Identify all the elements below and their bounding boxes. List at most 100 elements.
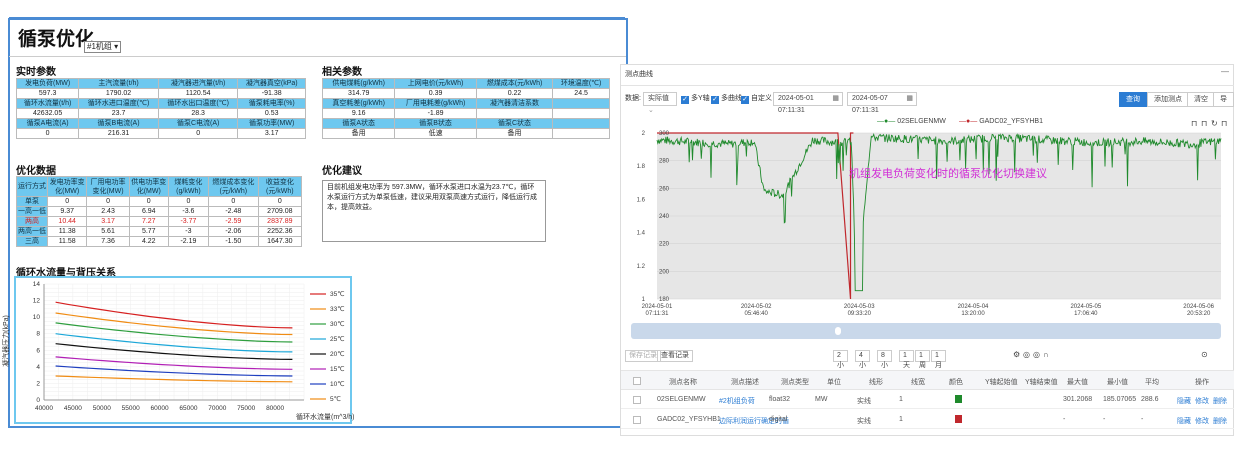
add-point-button[interactable]: 添加测点 [1147,92,1189,107]
x-tick-date: 2024-05-04 [958,304,989,310]
settings-icon[interactable]: ⚙ [1013,350,1020,359]
view-record-button[interactable]: 查看记录 [657,350,693,362]
chevron-down-icon: ▾ [114,42,119,51]
save-record-button[interactable]: 保存记录 [625,350,661,362]
value-cell: 9.16 [321,108,396,119]
x-tick-date: 2024-05-02 [741,304,772,310]
y-tick-label: 10 [33,314,41,321]
x-tick-label: 70000 [208,405,226,412]
unit-select[interactable]: #1机组 ▾ [84,41,122,53]
header-row: 发电负荷(MW) 主汽流量(t/h) 凝汽器进汽量(t/h) 凝汽器真空(kPa) [15,78,306,89]
refresh-icon[interactable]: ∩ [1043,350,1049,359]
row-checkbox[interactable] [633,396,641,404]
table-row[interactable]: 02SELGENMW #2机组负荷 float32 MW 实线 1 301.2068 185.… [621,391,1234,409]
column-header: Y轴起始值 [985,379,1018,386]
delete-link[interactable]: 删除 [1213,416,1227,426]
calendar-icon: ▦ [832,95,839,102]
value-cell: 28.3 [157,108,239,119]
flow-pressure-chart: 40000 45000 50000 55000 60000 65000 70000 75000… [3,276,355,424]
data-label: 数据: [625,95,641,102]
target-icon-2[interactable]: ◎ [1033,350,1040,359]
value-cell: 1120.54 [157,88,239,99]
row-type: digital [769,416,788,423]
column-header: 线形 [869,379,883,386]
y-tick-label: 4 [36,364,40,371]
value-cell: 0.22 [475,88,554,99]
table-cell: -2.06 [208,226,259,237]
x-tick-label: 75000 [237,405,255,412]
value-row: 314.79 0.39 0.22 24.5 [321,88,610,99]
table-row[interactable]: GADC02_YFSYHB1 边际利润运行确定的循 digital 实线 1- - - 隐藏修… [621,411,1234,429]
hide-link[interactable]: 隐藏 [1177,396,1191,406]
table-cell: 4.22 [128,236,169,247]
clear-button[interactable]: 清空 [1187,92,1215,107]
legend-label: 35℃ [330,290,345,298]
range-button[interactable]: 1天 [899,350,914,369]
table-cell: 2.43 [86,206,130,217]
table-cell: 单泵 [16,196,48,207]
realtime-table: 发电负荷(MW) 主汽流量(t/h) 凝汽器进汽量(t/h) 凝汽器真空(kPa) 59… [15,78,306,139]
color-swatch[interactable] [955,415,962,423]
clock-icon[interactable]: ⊙ [1201,350,1208,359]
range-button[interactable]: 8小时 [877,350,892,379]
header-row: 循泵A电流(A) 循泵B电流(A) 循泵C电流(A) 循泵功率(MW) [15,118,306,129]
row-checkbox[interactable] [633,416,641,424]
legend-item-1[interactable]: —●— 02SELGENMW [877,118,946,125]
right-panel: 测点曲线 — 数据: 实际值 ⌄ ✓ 多Y轴 ✓ 多曲线 ✓ 自定义 2024-05-… [620,64,1234,436]
value-cell: -91.38 [237,88,306,99]
value-cell: 42632.05 [15,108,80,119]
row-width: 1 [899,416,903,423]
column-header: 平均 [1145,379,1159,386]
advice-textarea[interactable]: 目前机组发电功率为 597.3MW，循环水泵进口水温为23.7℃，循环水泵运行方… [322,180,546,242]
slider-handle[interactable] [835,327,841,335]
row-min: - [1103,416,1106,423]
row-max: 301.2068 [1063,396,1093,403]
delete-link[interactable]: 删除 [1213,396,1227,406]
row-avg: 288.6 [1141,396,1159,403]
header-cell: 循泵耗电率(%) [237,98,306,109]
data-select[interactable]: 实际值 ⌄ [643,92,677,114]
minimize-icon[interactable]: — [1221,67,1229,76]
row-width: 1 [899,396,903,403]
header-cell: 上网电价(元/kWh) [394,78,477,89]
range-button[interactable]: 1月 [931,350,946,369]
edit-link[interactable]: 修改 [1195,396,1209,406]
range-button[interactable]: 4小时 [855,350,870,379]
value-cell: 23.7 [78,108,159,119]
color-swatch[interactable] [955,395,962,403]
checkbox-icon: ✓ [711,96,719,104]
export-button[interactable]: 导 [1213,92,1234,107]
start-time-input[interactable]: 2024-05-01 07:11:31 ▦ [773,92,843,114]
table-row: 两高 10.44 3.17 7.27 -3.77 -2.59 2837.89 [16,216,303,227]
header-row: 循环水流量(t/h) 循环水进口温度(℃) 循环水出口温度(℃) 循泵耗电率(%) [15,98,306,109]
curve-xlabel: 循环水流量(m^3/h) [296,414,355,421]
x-tick-label: 65000 [179,405,197,412]
edit-link[interactable]: 修改 [1195,416,1209,426]
time-range-slider[interactable] [631,323,1221,339]
row-type: float32 [769,396,791,403]
hide-link[interactable]: 隐藏 [1177,416,1191,426]
header-cell: 煤耗变化(g/kWh) [167,176,210,197]
row-desc[interactable]: #2机组负荷 [719,396,755,406]
legend-item-2[interactable]: —●— GADC02_YFSYHB1 [959,118,1043,125]
range-button[interactable]: 1周 [915,350,930,369]
custom-toggle[interactable]: ✓ 自定义 [739,93,772,105]
select-all-checkbox[interactable] [633,377,641,385]
advice-title: 优化建议 [322,166,362,177]
end-time-input[interactable]: 2024-05-07 07:11:31 ▦ [847,92,917,114]
column-header: 测点名称 [669,379,697,386]
header-cell: 燃煤成本变化(元/kWh) [208,176,259,197]
target-icon[interactable]: ◎ [1023,350,1030,359]
header-cell: 发电负荷(MW) [15,78,80,89]
value-cell: 0.53 [237,108,306,119]
chart-annotation: 机组发电负荷变化时的循泵优化切换建议 [849,168,1047,180]
multi-y-toggle[interactable]: ✓ 多Y轴 [679,93,710,105]
row-name: 02SELGENMW [657,396,706,403]
range-button[interactable]: 2小时 [833,350,848,379]
y-right-tick-label: 220 [659,242,670,248]
header-cell: 厂用电功率变化(MW) [86,176,130,197]
query-button[interactable]: 查询 [1119,92,1147,107]
header-row: 循泵A状态 循泵B状态 循泵C状态 [321,118,610,129]
header-cell: 循泵C状态 [475,118,554,129]
multi-curve-toggle[interactable]: ✓ 多曲线 [709,93,742,105]
